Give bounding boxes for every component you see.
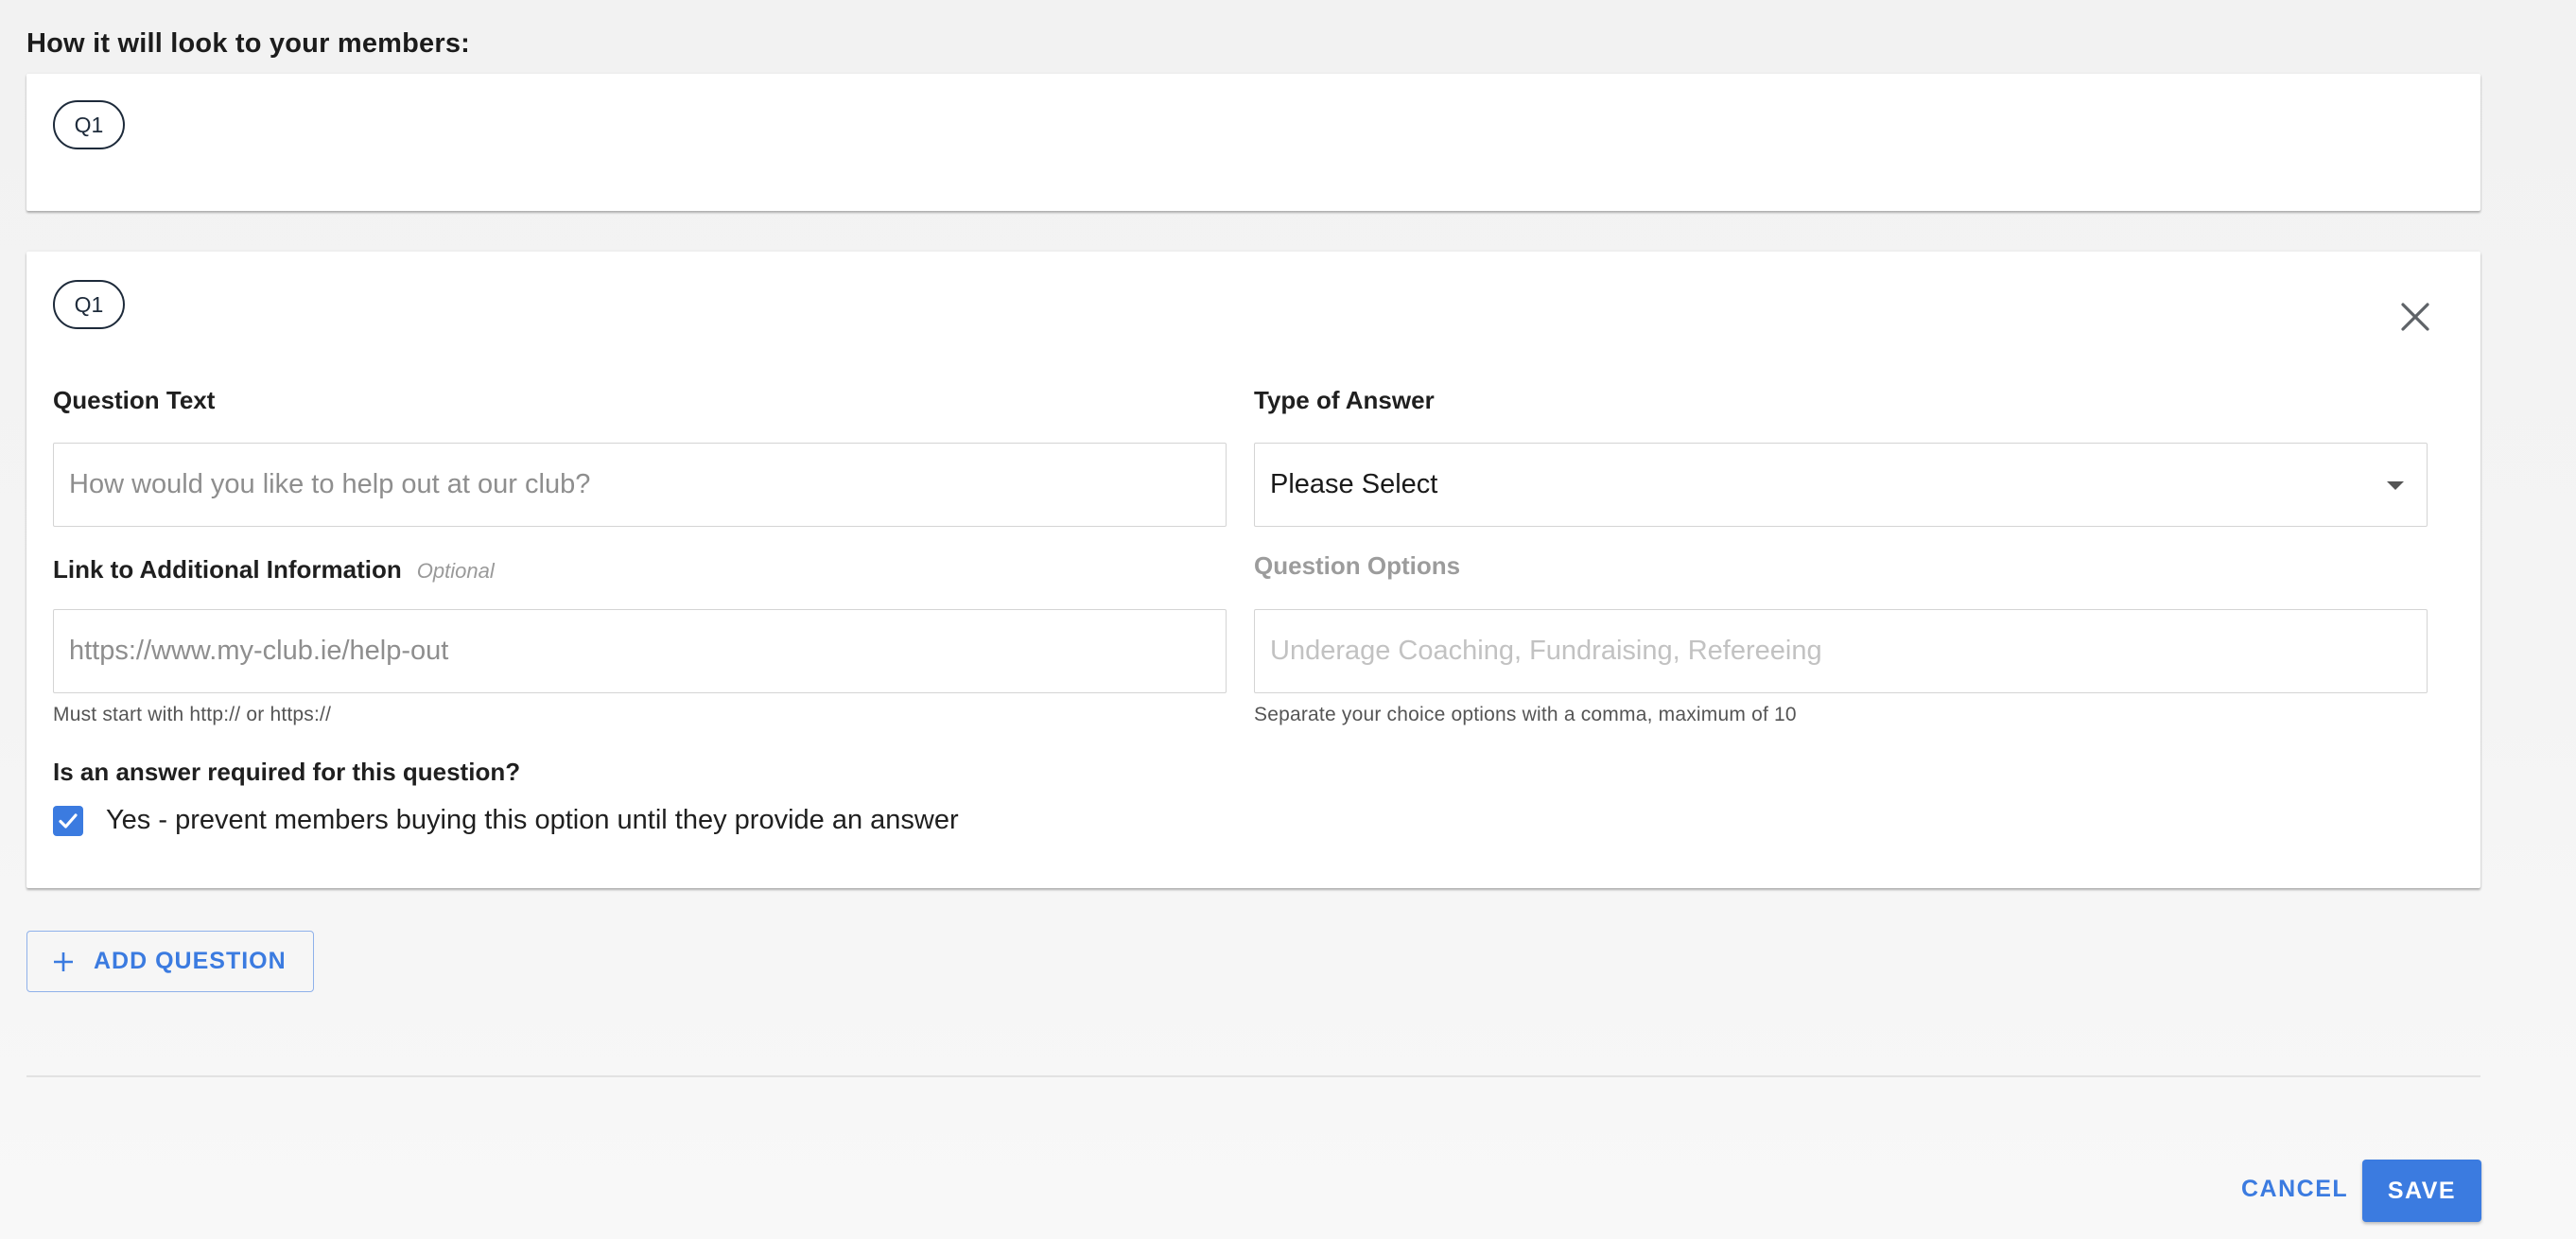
plus-icon [52,951,75,973]
cancel-button[interactable]: CANCEL [2241,1176,2348,1208]
required-question-label: Is an answer required for this question? [53,758,521,786]
add-question-button[interactable]: ADD QUESTION [26,931,314,992]
required-checkbox-label: Yes - prevent members buying this option… [106,805,959,835]
dropdown-arrow-icon [2387,481,2404,490]
save-button[interactable]: SAVE [2362,1160,2481,1222]
type-of-answer-select[interactable]: Please Select [1254,443,2428,527]
question-options-label: Question Options [1254,551,1461,580]
preview-card: Q1 [26,74,2480,211]
preview-heading: How it will look to your members: [26,28,471,59]
question-number-chip: Q1 [53,280,125,329]
link-label: Link to Additional Information Optional [53,555,495,585]
type-of-answer-label: Type of Answer [1254,386,1435,414]
add-question-label: ADD QUESTION [94,948,287,974]
required-checkbox[interactable] [53,805,83,836]
question-text-input[interactable] [53,443,1227,527]
checkmark-icon [59,812,78,829]
question-options-helper-text: Separate your choice options with a comm… [1254,704,1797,725]
link-input[interactable] [53,609,1227,693]
question-number-chip: Q1 [53,100,125,149]
question-editor-card: Q1 Question Text Type of Answer Please S… [26,252,2480,888]
question-text-label: Question Text [53,386,216,414]
type-of-answer-value: Please Select [1270,469,1438,499]
required-checkbox-row[interactable]: Yes - prevent members buying this option… [53,805,959,836]
close-icon[interactable] [2399,301,2431,333]
link-helper-text: Must start with http:// or https:// [53,704,332,725]
question-options-input[interactable] [1254,609,2428,693]
optional-tag: Optional [416,559,495,583]
link-label-text: Link to Additional Information [53,555,402,584]
divider [26,1075,2480,1077]
